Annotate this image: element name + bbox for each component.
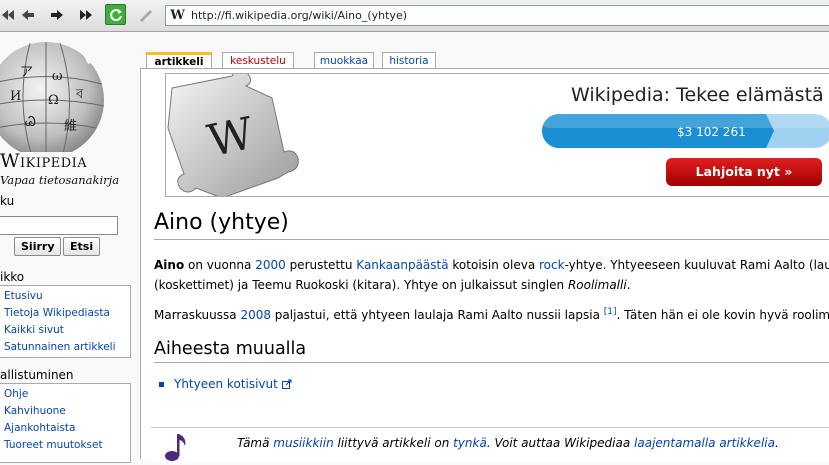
rewind-icon[interactable] bbox=[0, 4, 18, 25]
sidebar-item-ajankohtaista[interactable]: Ajankohtaista bbox=[4, 422, 75, 434]
navigation-heading: ikko bbox=[0, 270, 25, 284]
stub-text: Tämä musiikkiin liittyvä artikkeli on ty… bbox=[237, 436, 779, 450]
link-2000[interactable]: 2000 bbox=[255, 258, 286, 272]
sidebar-item-ohje[interactable]: Ohje bbox=[4, 388, 28, 400]
address-bar[interactable]: W http://fi.wikipedia.org/wiki/Aino_(yht… bbox=[165, 5, 829, 26]
svg-text:ω: ω bbox=[52, 69, 63, 84]
svg-text:維: 維 bbox=[64, 119, 77, 134]
tab-muokkaa[interactable]: muokkaa bbox=[314, 52, 374, 69]
tab-keskustelu[interactable]: keskustelu bbox=[222, 52, 294, 69]
link-tynka[interactable]: tynkä bbox=[453, 436, 487, 450]
wikipedia-tagline: Vapaa tietosanakirja bbox=[0, 173, 120, 187]
interaction-heading: allistuminen bbox=[0, 368, 74, 382]
edit-pencil-icon[interactable] bbox=[135, 4, 156, 25]
section-heading: Aiheesta muualla bbox=[154, 339, 829, 363]
link-kankaanpaa[interactable]: Kankaanpäästä bbox=[356, 258, 448, 272]
donation-amount: $3 102 261 bbox=[677, 125, 746, 139]
external-link-icon bbox=[281, 378, 292, 392]
tab-historia[interactable]: historia bbox=[382, 52, 436, 69]
sidebar-item-kaikki-sivut[interactable]: Kaikki sivut bbox=[4, 324, 64, 336]
bullet-icon bbox=[159, 382, 164, 387]
link-rock[interactable]: rock bbox=[539, 258, 565, 272]
search-input[interactable] bbox=[0, 216, 118, 235]
svg-text:Ꮚ: Ꮚ bbox=[25, 115, 36, 130]
sidebar-item-tuoreet-muutokset[interactable]: Tuoreet muutokset bbox=[4, 439, 103, 451]
article-paragraph-1: Aino on vuonna 2000 perustettu Kankaanpä… bbox=[154, 258, 829, 292]
single-title: Roolimalli bbox=[567, 278, 627, 292]
sidebar: ア ω И Ω ব Ꮚ 維 Wikipedia Vapaa tietosanak… bbox=[0, 32, 140, 463]
page-title: Aino (yhtye) bbox=[154, 210, 829, 240]
fundraising-banner: W Wikipedia: Tekee elämästä he $3 102 26… bbox=[165, 73, 829, 197]
interaction-box: Ohje Kahvihuone Ajankohtaista Tuoreet mu… bbox=[0, 383, 131, 463]
stub-notice: Tämä musiikkiin liittyvä artikkeli on ty… bbox=[151, 427, 829, 463]
link-laajentamalla[interactable]: laajentamalla artikkelia bbox=[634, 436, 775, 450]
browser-toolbar: W http://fi.wikipedia.org/wiki/Aino_(yht… bbox=[0, 0, 829, 32]
navigation-box: Etusivu Tietoja Wikipediasta Kaikki sivu… bbox=[0, 285, 131, 358]
back-button[interactable] bbox=[17, 4, 38, 25]
wikipedia-globe-icon[interactable]: ア ω И Ω ব Ꮚ 維 bbox=[0, 34, 120, 158]
forward-button[interactable] bbox=[46, 4, 67, 25]
svg-text:И: И bbox=[10, 89, 21, 104]
svg-text:ア: ア bbox=[20, 65, 33, 80]
reload-icon[interactable] bbox=[105, 4, 126, 25]
sidebar-item-etusivu[interactable]: Etusivu bbox=[4, 290, 43, 302]
svg-text:ব: ব bbox=[75, 87, 84, 102]
sidebar-item-tietoja[interactable]: Tietoja Wikipediasta bbox=[4, 307, 110, 319]
url-text[interactable]: http://fi.wikipedia.org/wiki/Aino_(yhtye… bbox=[191, 9, 407, 22]
link-musiikkiin[interactable]: musiikkiin bbox=[273, 436, 333, 450]
article-paragraph-2: Marraskuussa 2008 paljastui, että yhtyee… bbox=[154, 307, 829, 322]
search-find-button[interactable]: Etsi bbox=[63, 237, 101, 256]
article-subject: Aino bbox=[154, 258, 185, 272]
fast-forward-icon[interactable] bbox=[75, 4, 96, 25]
search-heading: ku bbox=[0, 194, 15, 208]
wikipedia-puzzle-logo-icon: W bbox=[166, 74, 302, 196]
donate-button[interactable]: Lahjoita nyt » bbox=[666, 158, 822, 186]
content-area: W Wikipedia: Tekee elämästä he $3 102 26… bbox=[140, 68, 829, 463]
link-2008[interactable]: 2008 bbox=[240, 308, 271, 322]
banner-title: Wikipedia: Tekee elämästä he bbox=[571, 84, 829, 106]
fundraising-progress-bar: $3 102 261 bbox=[542, 112, 829, 150]
sidebar-item-kahvihuone[interactable]: Kahvihuone bbox=[4, 405, 66, 417]
external-link[interactable]: Yhtyeen kotisivut bbox=[174, 377, 278, 391]
wikipedia-wordmark: Wikipedia bbox=[0, 150, 88, 172]
reference-link[interactable]: [1] bbox=[604, 307, 617, 317]
search-go-button[interactable]: Siirry bbox=[14, 237, 62, 256]
list-item: Yhtyeen kotisivut bbox=[159, 377, 292, 392]
svg-text:Ω: Ω bbox=[48, 93, 59, 108]
sidebar-item-satunnainen[interactable]: Satunnainen artikkeli bbox=[4, 341, 116, 353]
music-note-icon bbox=[163, 432, 189, 465]
wikipedia-favicon-icon: W bbox=[170, 8, 185, 23]
